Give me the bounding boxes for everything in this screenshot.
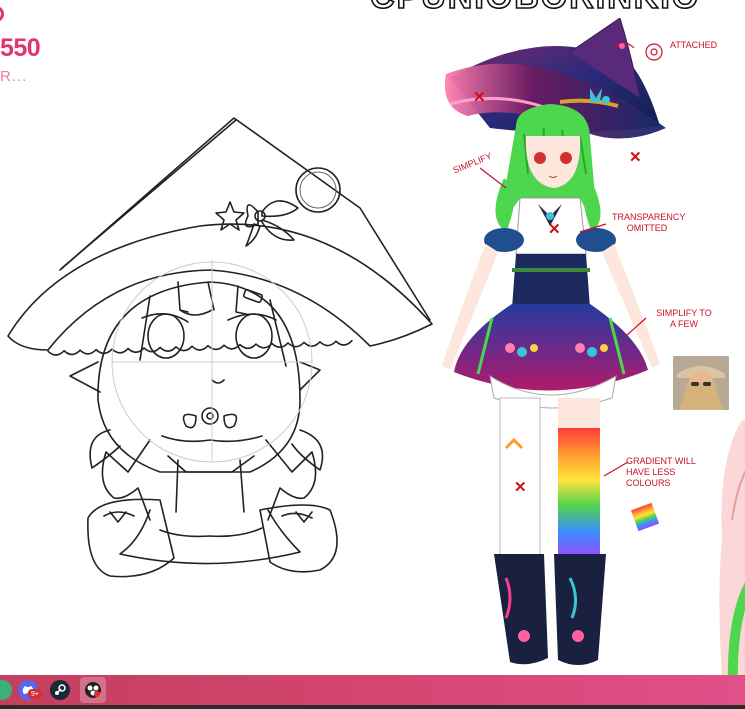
x-mark-hat: ✕ — [629, 149, 642, 166]
discord-badge: 9+ — [28, 689, 42, 699]
follower-count: 550 — [0, 34, 41, 62]
overlay-subtext: R... — [0, 68, 28, 85]
x-mark-sock: ✕ — [514, 479, 527, 496]
webcam-feed — [673, 356, 729, 410]
heart-icon — [0, 6, 4, 22]
taskbar: 9+ — [0, 675, 745, 705]
x-mark-collar: ✕ — [548, 221, 561, 238]
annotation-attached: Attached — [670, 40, 718, 50]
overlay-title: CPUNIOBORINKIO — [369, 0, 700, 17]
stream-overlay: 550 R... — [0, 0, 120, 100]
obs-icon[interactable] — [80, 677, 106, 703]
chibi-sketch — [7, 117, 433, 578]
annotation-transparency: Transparency omitted — [612, 212, 686, 233]
vtuber-avatar-partial — [719, 420, 745, 709]
steam-icon[interactable] — [50, 680, 70, 700]
annotation-gradient: Gradient will have less colours — [626, 456, 696, 488]
app-icon[interactable] — [0, 680, 12, 700]
bottom-strip — [0, 705, 745, 709]
x-mark-brim: ✕ — [473, 89, 486, 106]
character-reference — [442, 18, 666, 665]
annotation-simplify-few: Simplify to a few — [656, 308, 712, 329]
